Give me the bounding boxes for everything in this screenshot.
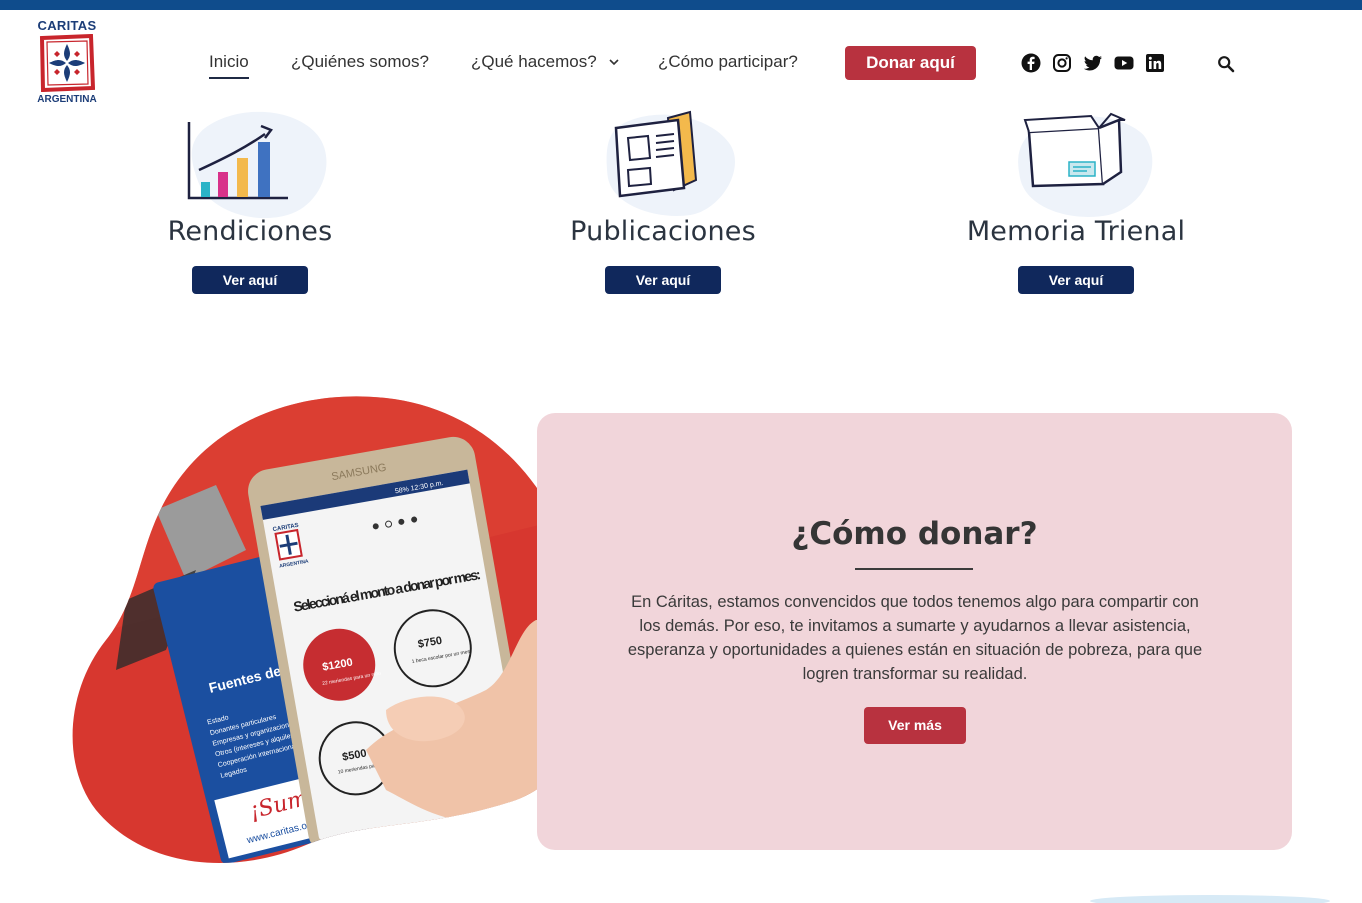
logo-name-top: CARITAS: [37, 18, 97, 33]
ver-aqui-button-memoria-trienal[interactable]: Ver aquí: [1018, 266, 1134, 294]
nav-item-quienes-somos[interactable]: ¿Quiénes somos?: [291, 52, 429, 72]
twitter-icon[interactable]: [1083, 53, 1103, 73]
ver-mas-button[interactable]: Ver más: [864, 707, 966, 744]
facebook-icon[interactable]: [1021, 53, 1041, 73]
card-rendiciones: Rendiciones Ver aquí: [100, 110, 400, 300]
card-title: Rendiciones: [167, 216, 333, 247]
search-icon[interactable]: [1217, 55, 1235, 73]
section-title: ¿Cómo donar?: [791, 516, 1038, 552]
newspaper-icon: [614, 110, 698, 198]
growth-chart-icon: [187, 122, 288, 200]
instagram-icon[interactable]: [1052, 53, 1072, 73]
donation-phone-photo: Fuentes de financiamiento Estado Donante…: [72, 396, 592, 863]
nav-item-inicio[interactable]: Inicio: [209, 52, 249, 79]
card-memoria-trienal: Memoria Trienal Ver aquí: [926, 110, 1226, 300]
title-divider: [855, 568, 973, 570]
box-icon: [1023, 112, 1126, 188]
nav-item-que-hacemos[interactable]: ¿Qué hacemos?: [471, 52, 619, 72]
decorative-wave: [1090, 895, 1330, 903]
logo-name-bottom: ARGENTINA: [37, 94, 97, 105]
top-accent-strip: [0, 0, 1362, 10]
card-title: Memoria Trienal: [966, 216, 1186, 247]
card-title: Publicaciones: [570, 216, 756, 247]
donate-button[interactable]: Donar aquí: [845, 46, 976, 80]
youtube-icon[interactable]: [1114, 53, 1134, 73]
section-description: En Cáritas, estamos convencidos que todo…: [627, 593, 1203, 683]
chevron-down-icon: [609, 59, 619, 66]
linkedin-icon[interactable]: [1145, 53, 1165, 73]
card-publicaciones: Publicaciones Ver aquí: [513, 110, 813, 300]
ver-aqui-button-publicaciones[interactable]: Ver aquí: [605, 266, 721, 294]
nav-item-como-participar[interactable]: ¿Cómo participar?: [658, 52, 798, 72]
ver-aqui-button-rendiciones[interactable]: Ver aquí: [192, 266, 308, 294]
how-to-donate-panel: ¿Cómo donar? En Cáritas, estamos convenc…: [537, 413, 1292, 850]
nav-item-que-hacemos-label: ¿Qué hacemos?: [471, 52, 597, 71]
